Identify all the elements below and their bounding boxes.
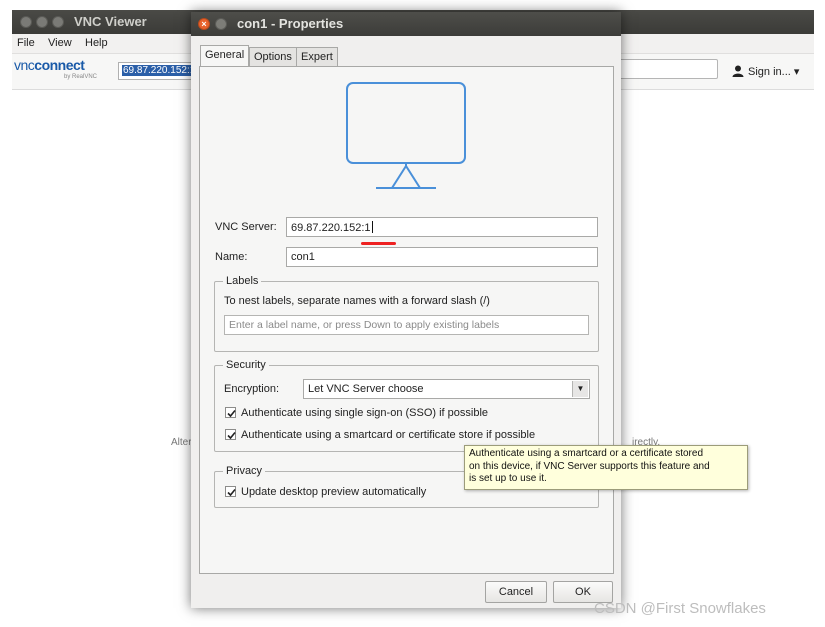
preview-label: Update desktop preview automatically bbox=[241, 486, 427, 498]
smartcard-checkbox[interactable] bbox=[225, 429, 236, 440]
chevron-down-icon: ▾ bbox=[793, 66, 800, 78]
name-value: con1 bbox=[291, 251, 315, 263]
menu-help[interactable]: Help bbox=[85, 37, 108, 49]
vnc-server-input[interactable]: 69.87.220.152:1 bbox=[286, 217, 598, 237]
sso-label: Authenticate using single sign-on (SSO) … bbox=[241, 407, 489, 419]
tooltip-line-3: is set up to use it. bbox=[469, 473, 547, 484]
labels-hint: To nest labels, separate names with a fo… bbox=[224, 295, 490, 307]
dropdown-arrow-icon: ▼ bbox=[572, 381, 588, 397]
main-close-button[interactable] bbox=[20, 16, 32, 28]
main-maximize-button[interactable] bbox=[52, 16, 64, 28]
search-input[interactable] bbox=[608, 59, 718, 79]
smartcard-label: Authenticate using a smartcard or certif… bbox=[241, 429, 536, 441]
logo-subtitle: by RealVNC bbox=[64, 74, 98, 80]
vnc-server-label: VNC Server: bbox=[215, 221, 277, 233]
general-tab-panel: VNC Server: 69.87.220.152:1 Name: con1 L… bbox=[199, 66, 614, 574]
vnc-server-value: 69.87.220.152:1 bbox=[291, 222, 371, 234]
dialog-minimize-button[interactable] bbox=[215, 18, 227, 30]
encryption-label: Encryption: bbox=[224, 383, 280, 395]
checkmark-icon bbox=[227, 409, 236, 418]
sign-in-label: Sign in... bbox=[748, 66, 791, 78]
labels-legend: Labels bbox=[226, 275, 259, 287]
properties-dialog: × con1 - Properties General Options Expe… bbox=[191, 12, 621, 608]
checkmark-icon bbox=[227, 431, 236, 440]
main-minimize-button[interactable] bbox=[36, 16, 48, 28]
watermark-text: CSDN @First Snowflakes bbox=[594, 600, 766, 617]
background-text-left: Alter bbox=[171, 437, 192, 448]
preview-checkbox-row[interactable]: Update desktop preview automatically bbox=[225, 486, 426, 500]
tab-expert[interactable]: Expert bbox=[296, 47, 338, 66]
monitor-icon bbox=[346, 82, 466, 189]
smartcard-checkbox-row[interactable]: Authenticate using a smartcard or certif… bbox=[225, 429, 535, 443]
dialog-titlebar: × con1 - Properties bbox=[191, 12, 621, 36]
tab-options[interactable]: Options bbox=[249, 47, 297, 66]
sso-checkbox[interactable] bbox=[225, 407, 236, 418]
dialog-title: con1 - Properties bbox=[237, 16, 344, 31]
main-window-title: VNC Viewer bbox=[74, 14, 147, 29]
text-caret bbox=[371, 221, 373, 233]
smartcard-tooltip: Authenticate using a smartcard or a cert… bbox=[464, 445, 748, 490]
encryption-value: Let VNC Server choose bbox=[308, 383, 424, 395]
menu-file[interactable]: File bbox=[17, 37, 35, 49]
sso-checkbox-row[interactable]: Authenticate using single sign-on (SSO) … bbox=[225, 407, 488, 421]
cancel-button[interactable]: Cancel bbox=[485, 581, 547, 603]
encryption-select[interactable]: Let VNC Server choose ▼ bbox=[303, 379, 590, 399]
sign-in-button[interactable]: Sign in... ▾ bbox=[732, 65, 799, 78]
vnc-connect-logo: vncconnect bbox=[14, 57, 85, 73]
name-label: Name: bbox=[215, 251, 248, 263]
red-annotation-mark bbox=[361, 242, 396, 245]
tooltip-line-1: Authenticate using a smartcard or a cert… bbox=[469, 448, 704, 459]
label-name-input[interactable]: Enter a label name, or press Down to app… bbox=[224, 315, 589, 335]
labels-group: Labels bbox=[214, 275, 599, 352]
security-legend: Security bbox=[226, 359, 266, 371]
name-input[interactable]: con1 bbox=[286, 247, 598, 267]
preview-checkbox[interactable] bbox=[225, 486, 236, 497]
person-icon bbox=[732, 65, 744, 77]
tooltip-line-2: on this device, if VNC Server supports t… bbox=[469, 460, 710, 472]
dialog-close-button[interactable]: × bbox=[198, 18, 210, 30]
checkmark-icon bbox=[227, 488, 236, 497]
privacy-legend: Privacy bbox=[226, 465, 263, 477]
address-selected-text: 69.87.220.152:1 bbox=[122, 65, 197, 76]
menu-view[interactable]: View bbox=[48, 37, 72, 49]
tab-general[interactable]: General bbox=[200, 45, 250, 67]
